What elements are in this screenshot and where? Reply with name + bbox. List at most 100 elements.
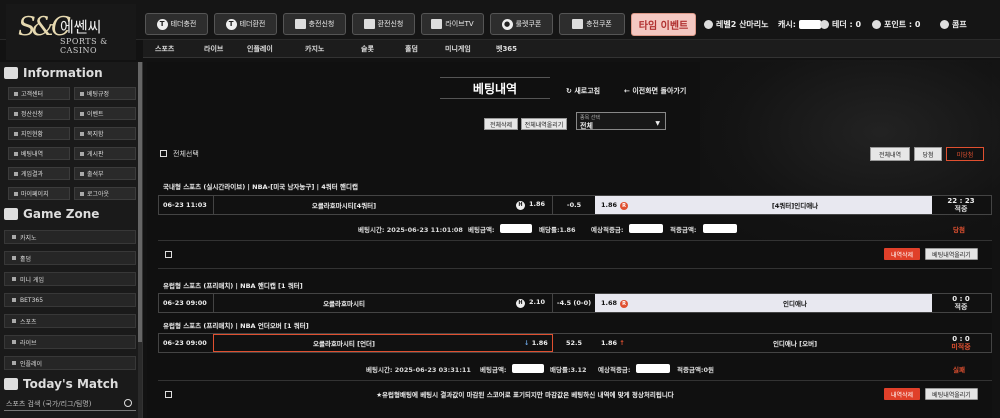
- bet-status: 당첨: [953, 226, 965, 234]
- user-points: 포인트 : 0: [872, 19, 920, 30]
- tab-lost[interactable]: 미당첨: [946, 147, 984, 161]
- bullet-icon: [80, 151, 84, 156]
- subnav-live[interactable]: 라이브: [204, 44, 223, 54]
- time-event-button[interactable]: 타임 이벤트: [631, 13, 696, 36]
- subnav-inplay[interactable]: 인플레이: [247, 44, 273, 54]
- zone-minigame[interactable]: 미니 게임: [4, 272, 136, 286]
- roulette-coupon-button[interactable]: ● 룰렛쿠폰: [490, 13, 553, 35]
- bullet-icon: [14, 131, 18, 136]
- redacted-value: [500, 224, 532, 233]
- live-tv-button[interactable]: 라이브TV: [421, 13, 484, 35]
- sidebar-board[interactable]: 게시판: [74, 147, 136, 160]
- zone-live[interactable]: 라이브: [4, 335, 136, 349]
- zone-holdem[interactable]: 홀덤: [4, 251, 136, 265]
- home-odds: H 2.10: [516, 298, 545, 308]
- roulette-icon: ●: [501, 18, 513, 30]
- game-zone-title: Game Zone: [4, 207, 99, 221]
- sports-search-input[interactable]: 스포츠 검색 (국가/리그/팀명): [4, 397, 136, 411]
- tab-won[interactable]: 당첨: [914, 147, 942, 161]
- away-odds: 1.68 R: [601, 299, 629, 308]
- todays-match-title: Today's Match: [4, 377, 118, 391]
- zone-bet365[interactable]: BET365: [4, 293, 136, 307]
- upload-bet-button[interactable]: 베팅내역올리기: [925, 388, 978, 400]
- coupon-icon: [572, 19, 584, 29]
- home-team-cell[interactable]: 오클라호마시티 [언더] ↓ 1.86: [213, 334, 553, 352]
- subnav-bet365[interactable]: 벳365: [496, 44, 517, 54]
- upload-bet-button[interactable]: 베팅내역올리기: [925, 248, 978, 260]
- delete-bet-button[interactable]: 내역삭제: [884, 248, 920, 260]
- arrow-down-icon: ↓: [524, 339, 530, 347]
- deposit-icon: [294, 19, 306, 29]
- comp-icon: [940, 20, 949, 29]
- bullet-icon: [12, 319, 16, 323]
- bet1-checkbox[interactable]: [165, 251, 172, 258]
- tether-withdraw-button[interactable]: T 테더환전: [214, 13, 277, 35]
- away-team-cell[interactable]: 1.68 R 인디애나: [595, 294, 932, 312]
- subnav-slot[interactable]: 슬롯: [361, 44, 374, 54]
- sidebar-event[interactable]: 이벤트: [74, 107, 136, 120]
- tv-icon: [431, 19, 443, 29]
- search-icon[interactable]: [124, 399, 132, 407]
- bet2-checkbox[interactable]: [165, 391, 172, 398]
- tab-all-history[interactable]: 전체내역: [870, 147, 910, 161]
- deposit-request-button[interactable]: 충전신청: [283, 13, 346, 35]
- away-badge-icon: R: [620, 299, 629, 308]
- redacted-value: [512, 364, 544, 373]
- divider: [158, 268, 992, 269]
- home-badge-icon: H: [516, 298, 525, 308]
- sidebar-logout[interactable]: 로그아웃: [74, 187, 136, 200]
- delete-bet-button[interactable]: 내역삭제: [884, 388, 920, 400]
- european-bet-notice: ★유럽형배팅에 베팅시 결과값이 마감된 스코어로 표기되지만 마감값은 베팅하…: [376, 391, 674, 399]
- withdraw-request-button[interactable]: 환전신청: [352, 13, 415, 35]
- sidebar-welfare[interactable]: 복지함: [74, 127, 136, 140]
- redacted-value: [629, 224, 663, 233]
- title-line-bottom: [440, 98, 550, 99]
- tether-icon: T: [156, 18, 168, 30]
- bet2-line1: 06-23 09:00 오클라호마시티 H 2.10 -4.5 (0-0) 1.6…: [158, 293, 992, 313]
- back-link[interactable]: ← 이전화면 돌아가기: [624, 86, 686, 96]
- away-odds: 1.86 R: [601, 201, 629, 210]
- upload-all-button[interactable]: 전체내역올리기: [521, 118, 567, 130]
- site-logo[interactable]: S&C 에쎈씨 SPORTS & CASINO: [6, 4, 136, 60]
- subnav-minigame[interactable]: 미니게임: [445, 44, 471, 54]
- tether-deposit-button[interactable]: T 테더충전: [145, 13, 208, 35]
- bet2-line2: 06-23 09:00 오클라호마시티 [언더] ↓ 1.86 52.5 1.8…: [158, 333, 992, 353]
- sidebar-betting-rules[interactable]: 베팅규정: [74, 87, 136, 100]
- select-all-checkbox[interactable]: [160, 150, 167, 157]
- match-result: 0 : 0 적중: [952, 295, 970, 311]
- handicap: -4.5 (0-0): [556, 299, 592, 307]
- user-comp[interactable]: 콤프: [940, 19, 967, 30]
- subnav-casino[interactable]: 카지노: [305, 44, 324, 54]
- deposit-coupon-button[interactable]: 충전쿠폰: [559, 13, 625, 35]
- bullet-icon: [80, 111, 84, 116]
- subnav-holdem[interactable]: 홀덤: [405, 44, 418, 54]
- redacted-value: [798, 20, 821, 29]
- sidebar-my-page[interactable]: 마이페이지: [8, 187, 70, 200]
- tether-icon: [820, 20, 829, 29]
- sidebar-settlement[interactable]: 정산신청: [8, 107, 70, 120]
- delete-all-button[interactable]: 전체삭제: [484, 118, 518, 130]
- chevron-down-icon: ▼: [655, 120, 660, 127]
- sidebar-game-results[interactable]: 게임결과: [8, 167, 70, 180]
- zone-inplay[interactable]: 인플레이: [4, 356, 136, 370]
- home-team-cell[interactable]: 오클라호마시티[4쿼터] H 1.86: [213, 196, 553, 214]
- home-team-cell[interactable]: 오클라호마시티 H 2.10: [213, 294, 553, 312]
- zone-sports[interactable]: 스포츠: [4, 314, 136, 328]
- sidebar-bet-history[interactable]: 베팅내역: [8, 147, 70, 160]
- away-team-cell[interactable]: 1.86 R [4쿼터]인디애나: [595, 196, 932, 214]
- sport-filter-select[interactable]: 종목 선택 전체 ▼: [576, 112, 666, 130]
- bullet-icon: [14, 111, 18, 116]
- bullet-icon: [12, 298, 16, 302]
- point-icon: [872, 20, 881, 29]
- away-odds: 1.86 ↑: [601, 339, 625, 347]
- bet1-line1: 06-23 11:03 오클라호마시티[4쿼터] H 1.86 -0.5 1.86…: [158, 195, 992, 215]
- sub-nav: 스포츠 라이브 인플레이 카지노 슬롯 홀덤 미니게임 벳365: [143, 40, 1000, 58]
- sidebar-attendance[interactable]: 출석부: [74, 167, 136, 180]
- sidebar-referral[interactable]: 지인현황: [8, 127, 70, 140]
- refresh-link[interactable]: ↻ 새로고침: [566, 86, 600, 96]
- zone-casino[interactable]: 카지노: [4, 230, 136, 244]
- sidebar-scrollbar-thumb[interactable]: [138, 62, 142, 342]
- away-team-cell[interactable]: 1.86 ↑ 인디애나 [오버]: [595, 334, 932, 352]
- subnav-sports[interactable]: 스포츠: [155, 44, 174, 54]
- sidebar-customer-center[interactable]: 고객센터: [8, 87, 70, 100]
